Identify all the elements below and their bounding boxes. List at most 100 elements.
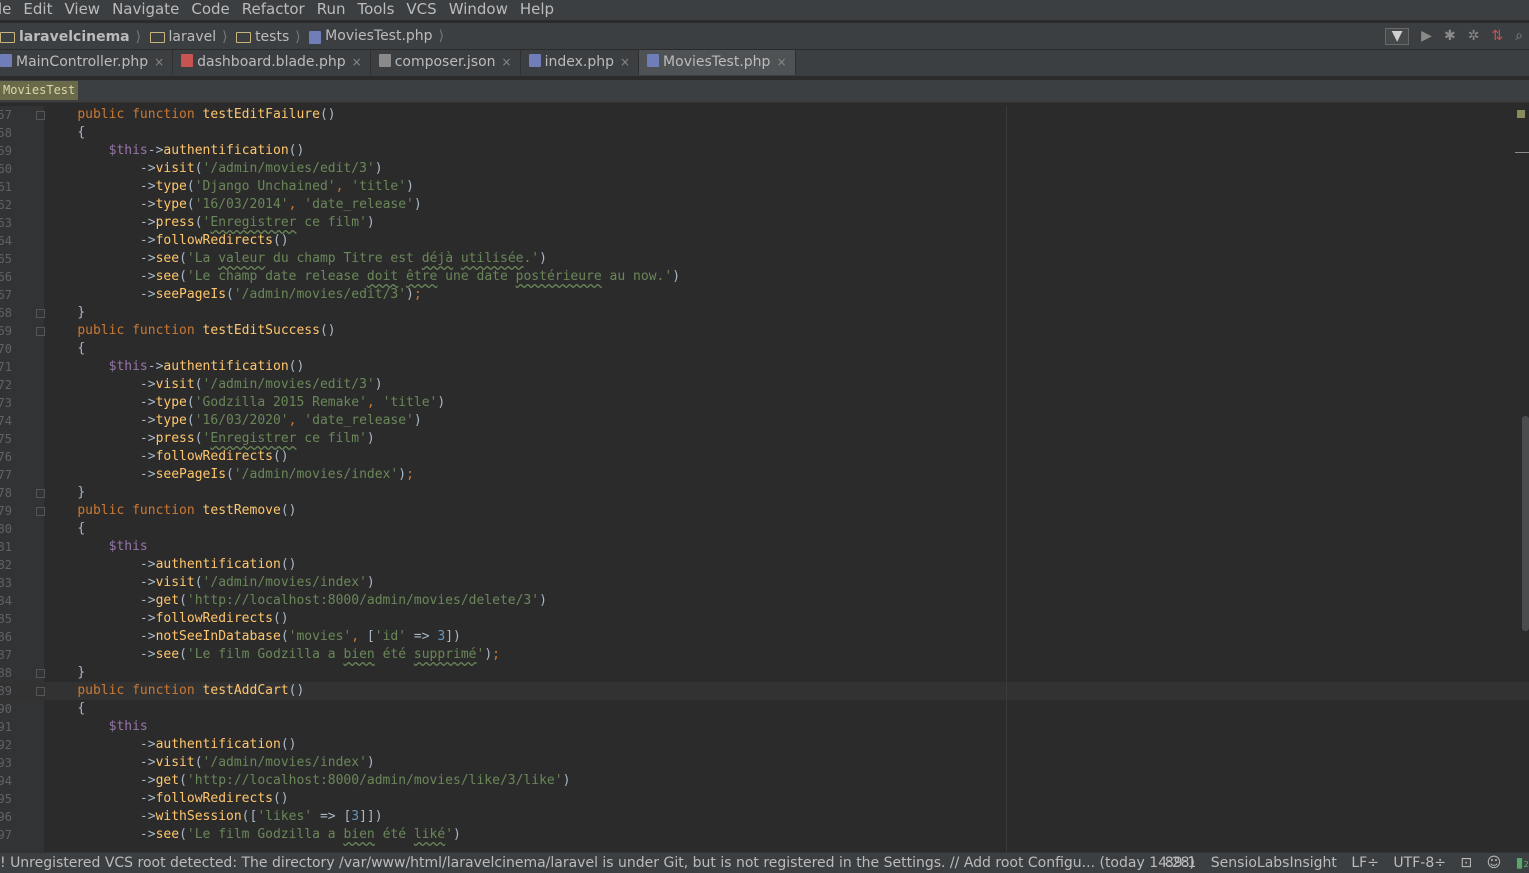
code-line[interactable]: 83 ->visit('/admin/movies/index') xyxy=(0,574,1529,592)
cursor-position[interactable]: 89:1 xyxy=(1165,855,1196,871)
code-line[interactable]: 89 public function testAddCart() xyxy=(0,682,1529,700)
code-line[interactable]: 64 ->followRedirects() xyxy=(0,232,1529,250)
code-line[interactable]: 95 ->followRedirects() xyxy=(0,790,1529,808)
breadcrumb-laravel[interactable]: laravel ⟩ xyxy=(149,24,228,50)
line-number: 57 xyxy=(0,108,12,122)
close-icon[interactable]: × xyxy=(502,55,512,69)
code-line[interactable]: 63 ->press('Enregistrer ce film') xyxy=(0,214,1529,232)
fold-marker-icon[interactable] xyxy=(36,309,45,318)
events-icon[interactable]: ▮₂ xyxy=(1516,855,1529,871)
code-line[interactable]: 75 ->press('Enregistrer ce film') xyxy=(0,430,1529,448)
code-line[interactable]: 92 ->authentification() xyxy=(0,736,1529,754)
menu-code[interactable]: Code xyxy=(183,0,235,19)
error-stripe-marker[interactable] xyxy=(1517,110,1525,118)
code-line[interactable]: 87 ->see('Le film Godzilla a bien été su… xyxy=(0,646,1529,664)
code-line[interactable]: 84 ->get('http://localhost:8000/admin/mo… xyxy=(0,592,1529,610)
code-line[interactable]: 60 ->visit('/admin/movies/edit/3') xyxy=(0,160,1529,178)
menu-vcs[interactable]: VCS xyxy=(398,0,442,19)
menu-view[interactable]: View xyxy=(56,0,106,19)
code-line[interactable]: 79 public function testRemove() xyxy=(0,502,1529,520)
tab-index-php[interactable]: index.php × xyxy=(521,50,640,75)
close-icon[interactable]: × xyxy=(776,55,786,69)
code-line[interactable]: 77 ->seePageIs('/admin/movies/index'); xyxy=(0,466,1529,484)
code-line[interactable]: 62 ->type('16/03/2014', 'date_release') xyxy=(0,196,1529,214)
fold-marker-icon[interactable] xyxy=(36,669,45,678)
code-line[interactable]: 91 $this xyxy=(0,718,1529,736)
status-message[interactable]: ! Unregistered VCS root detected: The di… xyxy=(0,853,1195,873)
run-config-dropdown[interactable]: ▼ xyxy=(1385,27,1410,45)
lock-icon[interactable]: ⊡ xyxy=(1460,855,1472,871)
code-line[interactable]: 59 $this->authentification() xyxy=(0,142,1529,160)
code-line[interactable]: 86 ->notSeeInDatabase('movies', ['id' =>… xyxy=(0,628,1529,646)
menu-run[interactable]: Run xyxy=(309,0,352,19)
close-icon[interactable]: × xyxy=(352,55,362,69)
line-separator[interactable]: LF÷ xyxy=(1351,855,1379,871)
code-line[interactable]: 80 { xyxy=(0,520,1529,538)
code-line[interactable]: 97 ->see('Le film Godzilla a bien été li… xyxy=(0,826,1529,844)
breadcrumb-tests[interactable]: tests ⟩ xyxy=(236,24,301,50)
code-text: ->followRedirects() xyxy=(139,611,289,626)
fold-marker-icon[interactable] xyxy=(36,489,45,498)
tab-composer-json[interactable]: composer.json × xyxy=(371,50,521,75)
fold-marker-icon[interactable] xyxy=(36,687,45,696)
breadcrumb-file[interactable]: MoviesTest.php ⟩ xyxy=(309,23,444,49)
code-line[interactable]: 65 ->see('La valeur du champ Titre est d… xyxy=(0,250,1529,268)
tab-label: dashboard.blade.php xyxy=(197,54,346,70)
tab-dashboard-blade-php[interactable]: dashboard.blade.php × xyxy=(173,50,371,75)
inspector-icon[interactable]: ☺ xyxy=(1487,855,1502,871)
code-line[interactable]: 90 { xyxy=(0,700,1529,718)
code-editor[interactable]: 57 public function testEditFailure() 58 {… xyxy=(0,106,1529,852)
tab-moviestest-php[interactable]: MoviesTest.php × xyxy=(639,50,796,75)
close-icon[interactable]: × xyxy=(154,55,164,69)
debug-icon[interactable]: ✱ xyxy=(1444,23,1456,49)
code-line[interactable]: 94 ->get('http://localhost:8000/admin/mo… xyxy=(0,772,1529,790)
code-line[interactable]: 76 ->followRedirects() xyxy=(0,448,1529,466)
code-line[interactable]: 88 } xyxy=(0,664,1529,682)
code-line[interactable]: 74 ->type('16/03/2020', 'date_release') xyxy=(0,412,1529,430)
code-line[interactable]: 81 $this xyxy=(0,538,1529,556)
search-icon[interactable]: ⌕ xyxy=(1515,23,1523,49)
code-line[interactable]: 73 ->type('Godzilla 2015 Remake', 'title… xyxy=(0,394,1529,412)
code-line[interactable]: 61 ->type('Django Unchained', 'title') xyxy=(0,178,1529,196)
status-bar: ! Unregistered VCS root detected: The di… xyxy=(0,852,1529,873)
code-text: } xyxy=(77,665,86,680)
code-line[interactable]: 78 } xyxy=(0,484,1529,502)
plugin-widget[interactable]: SensioLabsInsight xyxy=(1211,855,1337,871)
structure-breadcrumb: MoviesTest xyxy=(0,80,1529,103)
file-encoding[interactable]: UTF-8÷ xyxy=(1393,855,1446,871)
fold-marker-icon[interactable] xyxy=(36,507,45,516)
close-icon[interactable]: × xyxy=(620,55,630,69)
menu-refactor[interactable]: Refactor xyxy=(234,0,311,19)
class-crumb[interactable]: MoviesTest xyxy=(0,81,79,100)
fold-marker-icon[interactable] xyxy=(36,327,45,336)
coverage-icon[interactable]: ✲ xyxy=(1468,23,1480,49)
code-line[interactable]: 71 $this->authentification() xyxy=(0,358,1529,376)
vcs-icon[interactable]: ⇅ xyxy=(1491,23,1503,49)
code-line[interactable]: 82 ->authentification() xyxy=(0,556,1529,574)
code-line[interactable]: 70 { xyxy=(0,340,1529,358)
menu-edit[interactable]: Edit xyxy=(15,0,58,19)
code-line[interactable]: 85 ->followRedirects() xyxy=(0,610,1529,628)
code-text: ->type('16/03/2020', 'date_release') xyxy=(139,413,422,428)
line-number: 97 xyxy=(0,828,12,842)
code-line[interactable]: 69 public function testEditSuccess() xyxy=(0,322,1529,340)
code-line[interactable]: 72 ->visit('/admin/movies/edit/3') xyxy=(0,376,1529,394)
tab-maincontroller-php[interactable]: MainController.php × xyxy=(0,50,174,75)
menu-help[interactable]: Help xyxy=(512,0,560,19)
code-line[interactable]: 68 } xyxy=(0,304,1529,322)
menu-tools[interactable]: Tools xyxy=(349,0,400,19)
fold-marker-icon[interactable] xyxy=(36,111,45,120)
line-number: 84 xyxy=(0,594,12,608)
breadcrumb-project[interactable]: laravelcinema ⟩ xyxy=(0,24,141,50)
code-line[interactable]: 67 ->seePageIs('/admin/movies/edit/3'); xyxy=(0,286,1529,304)
run-icon[interactable]: ▶ xyxy=(1421,23,1432,49)
code-line[interactable]: 66 ->see('Le champ date release doit êtr… xyxy=(0,268,1529,286)
menu-navigate[interactable]: Navigate xyxy=(104,0,185,19)
code-text: ->type('16/03/2014', 'date_release') xyxy=(139,197,422,212)
vertical-scrollbar[interactable] xyxy=(1522,416,1529,631)
code-line[interactable]: 96 ->withSession(['likes' => [3]]) xyxy=(0,808,1529,826)
code-line[interactable]: 93 ->visit('/admin/movies/index') xyxy=(0,754,1529,772)
menu-window[interactable]: Window xyxy=(441,0,514,19)
code-line[interactable]: 57 public function testEditFailure() xyxy=(0,106,1529,124)
code-line[interactable]: 58 { xyxy=(0,124,1529,142)
